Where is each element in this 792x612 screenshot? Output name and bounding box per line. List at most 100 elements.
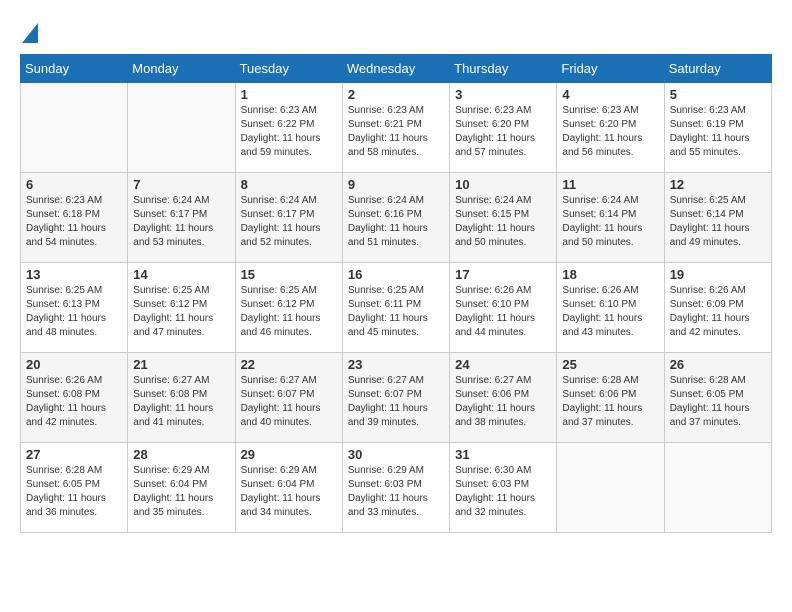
day-number: 4 [562, 87, 658, 102]
day-info: Sunrise: 6:29 AM Sunset: 6:04 PM Dayligh… [133, 464, 229, 520]
day-number: 13 [26, 267, 122, 282]
calendar-cell: 11 Sunrise: 6:24 AM Sunset: 6:14 PM Dayli… [557, 173, 664, 263]
day-number: 14 [133, 267, 229, 282]
calendar-cell: 17 Sunrise: 6:26 AM Sunset: 6:10 PM Dayli… [450, 263, 557, 353]
calendar-cell: 8 Sunrise: 6:24 AM Sunset: 6:17 PM Daylig… [235, 173, 342, 263]
day-number: 3 [455, 87, 551, 102]
day-info: Sunrise: 6:29 AM Sunset: 6:03 PM Dayligh… [348, 464, 444, 520]
day-number: 22 [241, 357, 337, 372]
day-number: 19 [670, 267, 766, 282]
day-info: Sunrise: 6:30 AM Sunset: 6:03 PM Dayligh… [455, 464, 551, 520]
calendar-cell: 29 Sunrise: 6:29 AM Sunset: 6:04 PM Dayli… [235, 443, 342, 533]
day-info: Sunrise: 6:27 AM Sunset: 6:07 PM Dayligh… [241, 374, 337, 430]
calendar-cell: 7Sunrise: 6:24 AM Sunset: 6:17 PM Daylig… [128, 173, 235, 263]
calendar-cell: 13 Sunrise: 6:25 AM Sunset: 6:13 PM Dayli… [21, 263, 128, 353]
day-number: 27 [26, 447, 122, 462]
day-info: Sunrise: 6:24 AM Sunset: 6:14 PM Dayligh… [562, 194, 658, 250]
calendar-cell: 4 Sunrise: 6:23 AM Sunset: 6:20 PM Daylig… [557, 83, 664, 173]
day-number: 2 [348, 87, 444, 102]
day-info: Sunrise: 6:23 AM Sunset: 6:21 PM Dayligh… [348, 104, 444, 160]
day-number: 18 [562, 267, 658, 282]
calendar-cell: 23 Sunrise: 6:27 AM Sunset: 6:07 PM Dayli… [342, 353, 449, 443]
calendar-cell [557, 443, 664, 533]
calendar-cell: 21 Sunrise: 6:27 AM Sunset: 6:08 PM Dayli… [128, 353, 235, 443]
calendar-cell: 22 Sunrise: 6:27 AM Sunset: 6:07 PM Dayli… [235, 353, 342, 443]
day-info: Sunrise: 6:23 AM Sunset: 6:18 PM Dayligh… [26, 194, 122, 250]
day-number: 10 [455, 177, 551, 192]
day-info: Sunrise: 6:26 AM Sunset: 6:10 PM Dayligh… [455, 284, 551, 340]
day-info: Sunrise: 6:27 AM Sunset: 6:08 PM Dayligh… [133, 374, 229, 430]
calendar-cell: 15 Sunrise: 6:25 AM Sunset: 6:12 PM Dayli… [235, 263, 342, 353]
calendar-table: SundayMondayTuesdayWednesdayThursdayFrid… [20, 54, 772, 533]
day-info: Sunrise: 6:25 AM Sunset: 6:12 PM Dayligh… [133, 284, 229, 340]
calendar-cell: 30Sunrise: 6:29 AM Sunset: 6:03 PM Dayli… [342, 443, 449, 533]
weekday-header-thursday: Thursday [450, 55, 557, 83]
day-number: 1 [241, 87, 337, 102]
calendar-cell: 10 Sunrise: 6:24 AM Sunset: 6:15 PM Dayli… [450, 173, 557, 263]
calendar-cell [664, 443, 771, 533]
day-info: Sunrise: 6:25 AM Sunset: 6:12 PM Dayligh… [241, 284, 337, 340]
day-info: Sunrise: 6:26 AM Sunset: 6:09 PM Dayligh… [670, 284, 766, 340]
calendar-cell: 9 Sunrise: 6:24 AM Sunset: 6:16 PM Daylig… [342, 173, 449, 263]
day-info: Sunrise: 6:23 AM Sunset: 6:19 PM Dayligh… [670, 104, 766, 160]
day-number: 11 [562, 177, 658, 192]
day-number: 6 [26, 177, 122, 192]
calendar-cell: 25 Sunrise: 6:28 AM Sunset: 6:06 PM Dayli… [557, 353, 664, 443]
day-number: 12 [670, 177, 766, 192]
logo-triangle-icon [22, 23, 38, 43]
day-number: 21 [133, 357, 229, 372]
calendar-cell: 24 Sunrise: 6:27 AM Sunset: 6:06 PM Dayli… [450, 353, 557, 443]
calendar-cell: 27 Sunrise: 6:28 AM Sunset: 6:05 PM Dayli… [21, 443, 128, 533]
calendar-cell: 6 Sunrise: 6:23 AM Sunset: 6:18 PM Daylig… [21, 173, 128, 263]
day-info: Sunrise: 6:24 AM Sunset: 6:15 PM Dayligh… [455, 194, 551, 250]
calendar-cell: 14 Sunrise: 6:25 AM Sunset: 6:12 PM Dayli… [128, 263, 235, 353]
day-number: 24 [455, 357, 551, 372]
calendar-cell: 2 Sunrise: 6:23 AM Sunset: 6:21 PM Daylig… [342, 83, 449, 173]
day-info: Sunrise: 6:24 AM Sunset: 6:17 PM Dayligh… [133, 194, 229, 250]
calendar-cell: 5 Sunrise: 6:23 AM Sunset: 6:19 PM Daylig… [664, 83, 771, 173]
calendar-week-2: 6 Sunrise: 6:23 AM Sunset: 6:18 PM Daylig… [21, 173, 772, 263]
calendar-cell [128, 83, 235, 173]
day-number: 29 [241, 447, 337, 462]
calendar-week-4: 20Sunrise: 6:26 AM Sunset: 6:08 PM Dayli… [21, 353, 772, 443]
calendar-cell: 16Sunrise: 6:25 AM Sunset: 6:11 PM Dayli… [342, 263, 449, 353]
page-header [20, 20, 772, 44]
calendar-cell: 3 Sunrise: 6:23 AM Sunset: 6:20 PM Daylig… [450, 83, 557, 173]
day-number: 20 [26, 357, 122, 372]
day-number: 23 [348, 357, 444, 372]
day-info: Sunrise: 6:28 AM Sunset: 6:05 PM Dayligh… [670, 374, 766, 430]
calendar-cell: 28 Sunrise: 6:29 AM Sunset: 6:04 PM Dayli… [128, 443, 235, 533]
logo-text [20, 20, 38, 44]
weekday-header-tuesday: Tuesday [235, 55, 342, 83]
day-info: Sunrise: 6:23 AM Sunset: 6:20 PM Dayligh… [455, 104, 551, 160]
day-info: Sunrise: 6:25 AM Sunset: 6:13 PM Dayligh… [26, 284, 122, 340]
day-number: 31 [455, 447, 551, 462]
logo [20, 20, 38, 44]
day-number: 5 [670, 87, 766, 102]
day-info: Sunrise: 6:23 AM Sunset: 6:20 PM Dayligh… [562, 104, 658, 160]
weekday-header-saturday: Saturday [664, 55, 771, 83]
calendar-cell: 20Sunrise: 6:26 AM Sunset: 6:08 PM Dayli… [21, 353, 128, 443]
day-info: Sunrise: 6:27 AM Sunset: 6:06 PM Dayligh… [455, 374, 551, 430]
day-number: 9 [348, 177, 444, 192]
calendar-week-1: 1 Sunrise: 6:23 AM Sunset: 6:22 PM Daylig… [21, 83, 772, 173]
day-number: 17 [455, 267, 551, 282]
day-number: 8 [241, 177, 337, 192]
day-info: Sunrise: 6:28 AM Sunset: 6:05 PM Dayligh… [26, 464, 122, 520]
calendar-cell: 18Sunrise: 6:26 AM Sunset: 6:10 PM Dayli… [557, 263, 664, 353]
day-info: Sunrise: 6:25 AM Sunset: 6:14 PM Dayligh… [670, 194, 766, 250]
day-info: Sunrise: 6:23 AM Sunset: 6:22 PM Dayligh… [241, 104, 337, 160]
day-info: Sunrise: 6:24 AM Sunset: 6:16 PM Dayligh… [348, 194, 444, 250]
calendar-cell: 26Sunrise: 6:28 AM Sunset: 6:05 PM Dayli… [664, 353, 771, 443]
calendar-cell: 19 Sunrise: 6:26 AM Sunset: 6:09 PM Dayli… [664, 263, 771, 353]
weekday-header-sunday: Sunday [21, 55, 128, 83]
day-info: Sunrise: 6:28 AM Sunset: 6:06 PM Dayligh… [562, 374, 658, 430]
calendar-cell: 31 Sunrise: 6:30 AM Sunset: 6:03 PM Dayli… [450, 443, 557, 533]
day-number: 28 [133, 447, 229, 462]
calendar-week-5: 27 Sunrise: 6:28 AM Sunset: 6:05 PM Dayli… [21, 443, 772, 533]
day-info: Sunrise: 6:24 AM Sunset: 6:17 PM Dayligh… [241, 194, 337, 250]
day-number: 15 [241, 267, 337, 282]
day-info: Sunrise: 6:29 AM Sunset: 6:04 PM Dayligh… [241, 464, 337, 520]
day-info: Sunrise: 6:27 AM Sunset: 6:07 PM Dayligh… [348, 374, 444, 430]
day-number: 25 [562, 357, 658, 372]
